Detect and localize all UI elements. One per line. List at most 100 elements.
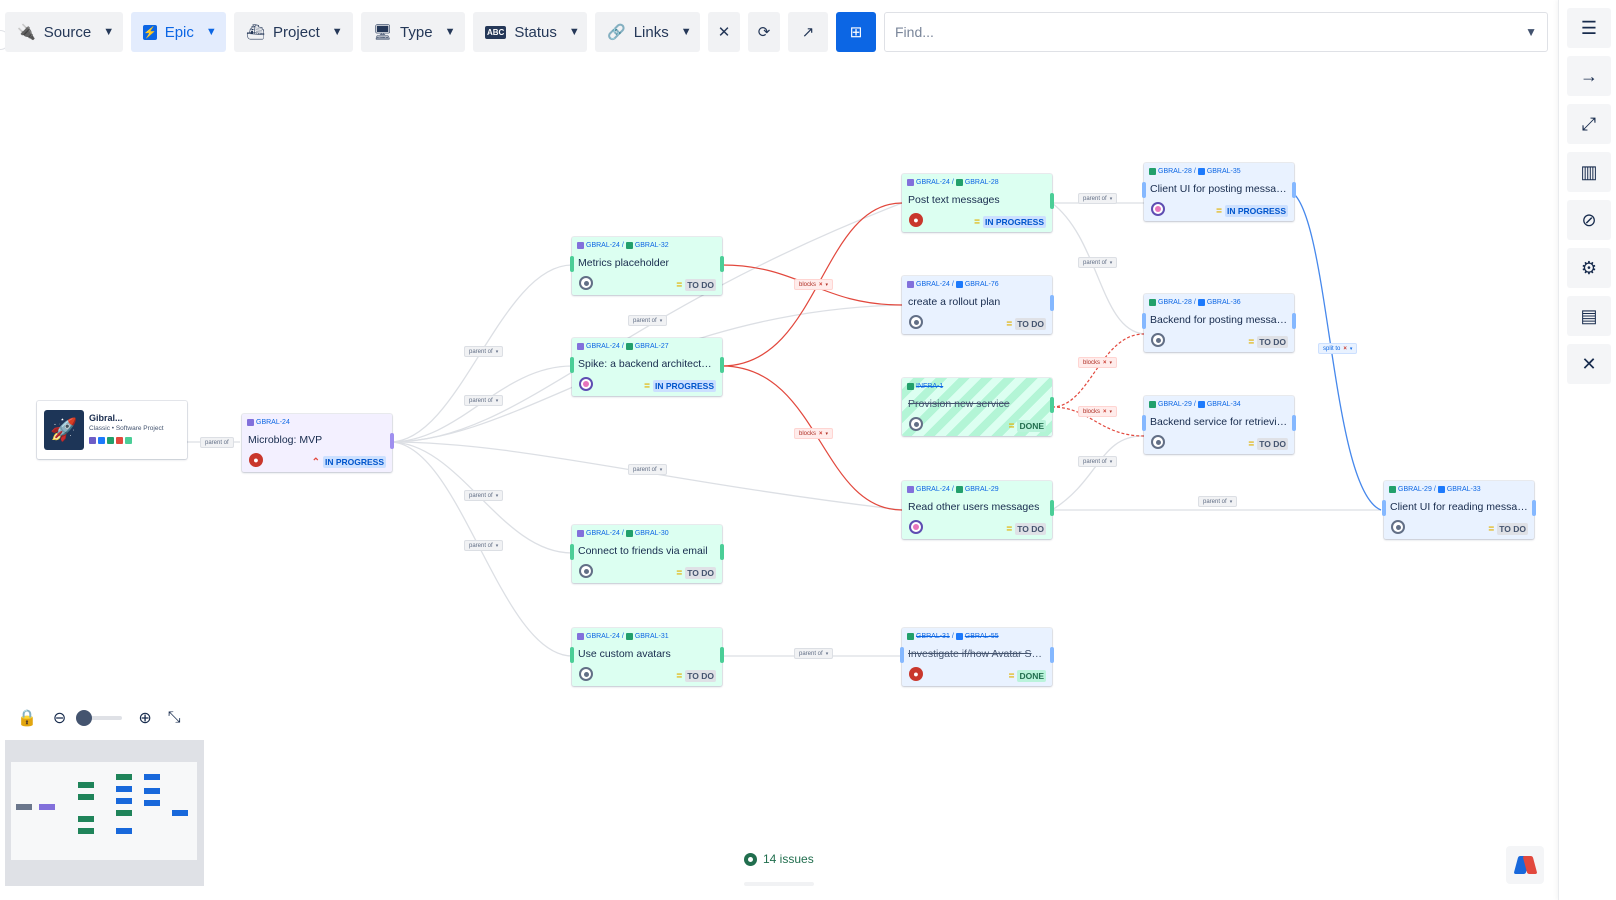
app-logo[interactable] bbox=[1506, 846, 1544, 884]
card-handle[interactable] bbox=[1050, 193, 1054, 209]
sync-icon: ⟳ bbox=[757, 24, 771, 41]
minimap[interactable] bbox=[11, 762, 197, 860]
card-handle[interactable] bbox=[1050, 647, 1054, 663]
card-handle[interactable] bbox=[1142, 313, 1146, 329]
card-handle[interactable] bbox=[1382, 500, 1386, 516]
issue-card-mvp[interactable]: GBRAL-24 Microblog: MVP ● ⌃ IN PROGRESS bbox=[242, 414, 394, 472]
blocks-chip[interactable]: blocks × ▾ bbox=[1078, 357, 1118, 368]
zoom-in-icon[interactable]: ⊕ bbox=[138, 708, 151, 728]
type-filter[interactable]: 🖥 Type ▼ bbox=[361, 12, 465, 52]
link-chip[interactable]: parent of ▾ bbox=[464, 490, 504, 501]
zoom-slider[interactable] bbox=[76, 710, 123, 726]
links-filter[interactable]: 🔗 Links ▼ bbox=[595, 12, 700, 52]
link-chip[interactable]: parent of ▾ bbox=[464, 346, 504, 357]
link-chip[interactable]: parent of ▾ bbox=[1078, 456, 1118, 467]
issue-card[interactable]: GBRAL-24/GBRAL-27 Spike: a backend archi… bbox=[570, 338, 724, 396]
link-chip[interactable]: parent of ▾ bbox=[628, 464, 668, 475]
layers-button[interactable]: ⚙ bbox=[1567, 248, 1611, 288]
card-handle[interactable] bbox=[1292, 313, 1296, 329]
blocks-chip[interactable]: blocks × ▾ bbox=[1078, 406, 1118, 417]
link-chip[interactable]: parent of ▾ bbox=[1078, 257, 1118, 268]
chip-label: parent of bbox=[1203, 498, 1227, 505]
link-chip[interactable]: parent of ▾ bbox=[628, 315, 668, 326]
card-handle[interactable] bbox=[1050, 500, 1054, 516]
link-chip[interactable]: parent of ▾ bbox=[794, 648, 834, 659]
issue-card[interactable]: GBRAL-24/GBRAL-30 Connect to friends via… bbox=[570, 525, 724, 583]
close-icon[interactable]: × bbox=[1103, 409, 1107, 415]
zoom-out-icon[interactable]: ⊖ bbox=[53, 708, 66, 728]
layout-button[interactable]: ▤ bbox=[1567, 296, 1611, 336]
issue-card[interactable]: GBRAL-24/GBRAL-28 Post text messages ● =… bbox=[902, 174, 1054, 232]
card-handle[interactable] bbox=[1142, 415, 1146, 431]
collapse-panel-button[interactable]: → bbox=[1567, 56, 1611, 96]
chevron-down-icon: ▾ bbox=[1109, 458, 1113, 465]
chevron-down-icon: ▾ bbox=[825, 650, 829, 657]
card-handle[interactable] bbox=[570, 647, 574, 663]
issue-key: GBRAL-28/GBRAL-36 bbox=[1149, 299, 1241, 306]
columns-button[interactable]: ▥ bbox=[1567, 152, 1611, 192]
epic-type-icon bbox=[577, 633, 584, 640]
blocks-chip[interactable]: blocks × ▾ bbox=[794, 428, 834, 439]
card-handle[interactable] bbox=[1292, 182, 1296, 198]
source-filter[interactable]: 🔌 Source ▼ bbox=[5, 12, 123, 52]
issue-card[interactable]: GBRAL-24/GBRAL-76 create a rollout plan … bbox=[902, 276, 1054, 334]
sync-button[interactable]: ⟳ bbox=[748, 12, 780, 52]
issue-card[interactable]: INFRA-1 Provision new service = DONE bbox=[902, 378, 1054, 436]
scroll-indicator[interactable] bbox=[744, 882, 814, 886]
epic-type-icon bbox=[89, 437, 96, 444]
card-handle[interactable] bbox=[1142, 182, 1146, 198]
issue-card[interactable]: GBRAL-24/GBRAL-32 Metrics placeholder = T… bbox=[570, 237, 724, 295]
issue-card[interactable]: GBRAL-24/GBRAL-29 Read other users messa… bbox=[902, 481, 1054, 539]
chevron-down-icon[interactable]: ▼ bbox=[1525, 25, 1537, 39]
add-issue-button[interactable]: ⊞ bbox=[836, 12, 876, 52]
close-icon[interactable]: × bbox=[819, 431, 823, 437]
split-chip[interactable]: split to × ▾ bbox=[1318, 343, 1358, 354]
close-icon[interactable]: × bbox=[1343, 346, 1347, 352]
status-filter[interactable]: ABC Status ▼ bbox=[473, 12, 587, 52]
issue-card[interactable]: GBRAL-31/GBRAL-55 Investigate if/how Ava… bbox=[900, 628, 1054, 686]
card-handle[interactable] bbox=[570, 357, 574, 373]
open-external-button[interactable]: ↗ bbox=[788, 12, 828, 52]
collapse-icon[interactable]: ⤡ bbox=[168, 709, 181, 727]
card-handle[interactable] bbox=[1532, 500, 1536, 516]
menu-button[interactable]: ☰ bbox=[1567, 8, 1611, 48]
card-handle[interactable] bbox=[1050, 295, 1054, 311]
project-card[interactable]: 🚀 Gibral... Classic • Software Project bbox=[37, 401, 187, 459]
find-input[interactable]: Find... ▼ bbox=[884, 12, 1548, 52]
link-chip[interactable]: parent of ▾ bbox=[1078, 193, 1118, 204]
epic-filter[interactable]: ⚡ Epic ▼ bbox=[131, 12, 226, 52]
lock-icon[interactable]: 🔒 bbox=[17, 708, 37, 728]
close-icon[interactable]: × bbox=[819, 282, 823, 288]
status-badge: = IN PROGRESS bbox=[974, 216, 1046, 228]
dependency-graph[interactable]: parent of parent of ▾ parent of ▾ parent o… bbox=[0, 60, 1556, 890]
story-type-icon bbox=[907, 383, 914, 390]
issue-card[interactable]: GBRAL-28/GBRAL-35 Client UI for posting … bbox=[1142, 163, 1296, 221]
close-icon[interactable]: × bbox=[1103, 360, 1107, 366]
link-chip[interactable]: parent of ▾ bbox=[1198, 496, 1238, 507]
card-handle[interactable] bbox=[390, 433, 394, 449]
zoom-slider-knob[interactable] bbox=[76, 710, 93, 726]
card-handle[interactable] bbox=[720, 647, 724, 663]
issue-card[interactable]: GBRAL-29/GBRAL-34 Backend service for re… bbox=[1142, 396, 1296, 454]
card-handle[interactable] bbox=[1050, 397, 1054, 413]
link-chip[interactable]: parent of ▾ bbox=[464, 540, 504, 551]
priority-icon: = bbox=[1488, 523, 1494, 535]
card-handle[interactable] bbox=[570, 544, 574, 560]
clear-filters-button[interactable]: ✕ bbox=[708, 12, 740, 52]
card-handle[interactable] bbox=[720, 357, 724, 373]
card-handle[interactable] bbox=[720, 256, 724, 272]
card-handle[interactable] bbox=[900, 647, 904, 663]
link-chip[interactable]: parent of ▾ bbox=[464, 395, 504, 406]
issue-card[interactable]: GBRAL-29/GBRAL-33 Client UI for reading … bbox=[1382, 481, 1536, 539]
issue-card[interactable]: GBRAL-28/GBRAL-36 Backend for posting me… bbox=[1142, 294, 1296, 352]
project-filter[interactable]: ⛴ Project ▼ bbox=[234, 12, 353, 52]
link-chip[interactable]: parent of bbox=[200, 437, 234, 448]
card-handle[interactable] bbox=[1292, 415, 1296, 431]
issue-card[interactable]: GBRAL-24/GBRAL-31 Use custom avatars = TO… bbox=[570, 628, 724, 686]
block-button[interactable]: ⊘ bbox=[1567, 200, 1611, 240]
close-panel-button[interactable]: ✕ bbox=[1567, 344, 1611, 384]
card-handle[interactable] bbox=[720, 544, 724, 560]
expand-button[interactable]: ⤢ bbox=[1567, 104, 1611, 144]
blocks-chip[interactable]: blocks × ▾ bbox=[794, 279, 834, 290]
card-handle[interactable] bbox=[570, 256, 574, 272]
